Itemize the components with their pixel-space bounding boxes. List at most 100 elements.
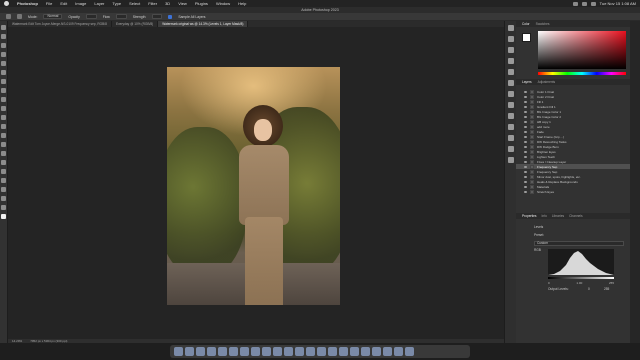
input-low-value[interactable]: 0 (548, 281, 550, 285)
canvas-area[interactable] (8, 27, 504, 339)
zoom-level[interactable]: 14.29% (12, 339, 22, 343)
history-brush-tool-icon[interactable] (1, 115, 6, 120)
brush-preset-icon[interactable] (17, 14, 22, 19)
timeline-icon[interactable] (507, 157, 514, 163)
mode-select[interactable]: Normal (43, 14, 63, 19)
tab-layers[interactable]: Layers (522, 79, 532, 85)
eye-icon[interactable] (524, 180, 527, 183)
properties-icon[interactable] (507, 36, 514, 42)
menu-view[interactable]: View (178, 1, 187, 6)
zoom-tool-icon[interactable] (1, 205, 6, 210)
menu-select[interactable]: Select (129, 1, 140, 6)
paragraph-icon[interactable] (507, 58, 514, 64)
eye-icon[interactable] (524, 150, 527, 153)
eye-icon[interactable] (524, 110, 527, 113)
menu-file[interactable]: File (46, 1, 52, 6)
app-store-icon[interactable] (328, 347, 337, 356)
menubar-clock[interactable]: Tue Nov 15 1:08 AM (600, 1, 636, 6)
eye-icon[interactable] (524, 120, 527, 123)
channel-select[interactable]: RGB (534, 248, 541, 252)
path-selection-tool-icon[interactable] (1, 178, 6, 183)
eye-icon[interactable] (524, 175, 527, 178)
finder-icon[interactable] (174, 347, 183, 356)
gradient-tool-icon[interactable] (1, 133, 6, 138)
paths-icon[interactable] (507, 135, 514, 141)
menu-help[interactable]: Help (238, 1, 246, 6)
eyedropper-tool-icon[interactable] (1, 79, 6, 84)
menu-image[interactable]: Image (75, 1, 86, 6)
eye-icon[interactable] (524, 185, 527, 188)
preset-select[interactable]: Custom (534, 241, 624, 246)
reminders-icon[interactable] (284, 347, 293, 356)
brushes-icon[interactable] (507, 69, 514, 75)
color-picker-field[interactable] (538, 31, 626, 69)
opacity-field[interactable] (85, 14, 97, 19)
marquee-tool-icon[interactable] (1, 34, 6, 39)
input-mid-value[interactable]: 1.00 (576, 281, 582, 285)
eye-icon[interactable] (524, 140, 527, 143)
photos-icon[interactable] (240, 347, 249, 356)
eye-icon[interactable] (524, 115, 527, 118)
character-icon[interactable] (507, 47, 514, 53)
tab-color[interactable]: Color (522, 21, 530, 27)
foreground-color-swatch[interactable] (1, 214, 6, 219)
facetime-icon[interactable] (251, 347, 260, 356)
strength-field[interactable] (151, 14, 163, 19)
glyphs-icon[interactable] (507, 102, 514, 108)
lightroom-icon[interactable] (350, 347, 359, 356)
styles-icon[interactable] (507, 146, 514, 152)
eye-icon[interactable] (524, 125, 527, 128)
input-levels-ramp[interactable] (548, 277, 614, 279)
menu-type[interactable]: Type (112, 1, 121, 6)
system-settings-icon[interactable] (339, 347, 348, 356)
tab-adjustments[interactable]: Adjustments (538, 79, 556, 85)
eye-icon[interactable] (524, 145, 527, 148)
crop-tool-icon[interactable] (1, 61, 6, 66)
apple-icon[interactable] (4, 1, 9, 6)
notes-icon[interactable] (295, 347, 304, 356)
menu-app-name[interactable]: Photoshop (17, 1, 38, 6)
zoom-app-icon[interactable] (383, 347, 392, 356)
eye-icon[interactable] (524, 160, 527, 163)
eye-icon[interactable] (524, 165, 527, 168)
eye-icon[interactable] (524, 90, 527, 93)
clone-stamp-tool-icon[interactable] (1, 106, 6, 111)
photoshop-icon[interactable] (361, 347, 370, 356)
eye-icon[interactable] (524, 135, 527, 138)
flow-field[interactable] (115, 14, 127, 19)
tab-channels[interactable]: Channels (569, 213, 582, 219)
eraser-tool-icon[interactable] (1, 124, 6, 129)
eye-icon[interactable] (524, 105, 527, 108)
trash-icon[interactable] (405, 347, 414, 356)
music-icon[interactable] (306, 347, 315, 356)
home-icon[interactable] (6, 14, 11, 19)
shape-tool-icon[interactable] (1, 187, 6, 192)
brush-tool-icon[interactable] (1, 97, 6, 102)
tab-swatches[interactable]: Swatches (536, 21, 550, 27)
eye-icon[interactable] (524, 170, 527, 173)
document-photo[interactable] (167, 67, 340, 305)
tab-info[interactable]: Info (542, 213, 547, 219)
calendar-icon[interactable] (262, 347, 271, 356)
chrome-icon[interactable] (372, 347, 381, 356)
history-icon[interactable] (507, 25, 514, 31)
healing-brush-tool-icon[interactable] (1, 88, 6, 93)
panel-scrollbar[interactable] (630, 21, 640, 343)
output-low-value[interactable]: 0 (588, 287, 590, 291)
clone-source-icon[interactable] (507, 80, 514, 86)
menu-3d[interactable]: 3D (165, 1, 170, 6)
menu-filter[interactable]: Filter (148, 1, 157, 6)
navigator-icon[interactable] (507, 124, 514, 130)
input-high-value[interactable]: 255 (609, 281, 614, 285)
podcasts-icon[interactable] (317, 347, 326, 356)
levels-histogram[interactable] (548, 249, 614, 275)
hue-slider[interactable] (538, 72, 626, 75)
type-tool-icon[interactable] (1, 169, 6, 174)
quick-select-tool-icon[interactable] (1, 52, 6, 57)
pen-tool-icon[interactable] (1, 160, 6, 165)
launchpad-icon[interactable] (185, 347, 194, 356)
frame-tool-icon[interactable] (1, 70, 6, 75)
messages-icon[interactable] (207, 347, 216, 356)
lasso-tool-icon[interactable] (1, 43, 6, 48)
eye-icon[interactable] (524, 155, 527, 158)
